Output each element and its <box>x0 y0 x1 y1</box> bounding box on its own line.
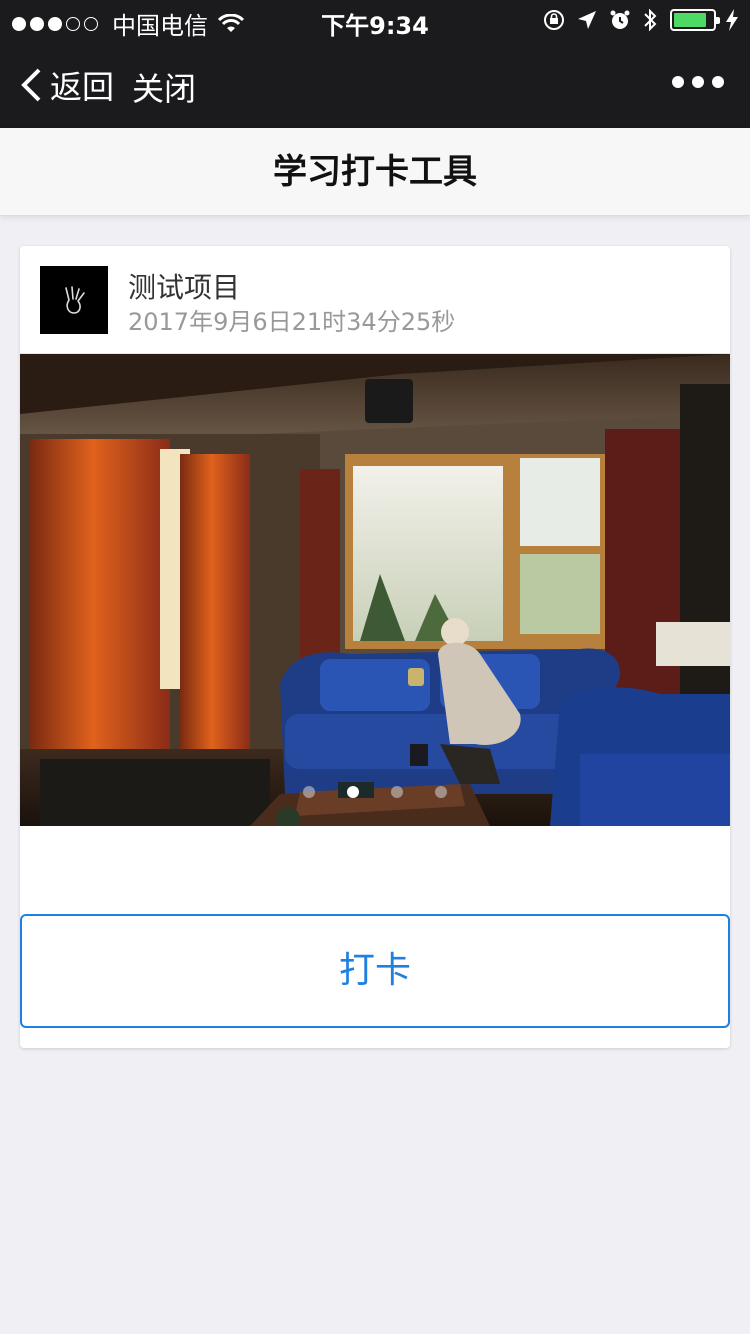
checkin-card: 测试项目 2017年9月6日21时34分25秒 打卡 <box>20 246 730 1048</box>
avatar <box>40 266 108 334</box>
back-button[interactable]: 返回 <box>20 62 114 108</box>
location-icon <box>578 11 596 29</box>
hand-gesture-icon <box>65 286 85 314</box>
back-label: 返回 <box>50 68 115 106</box>
page-title: 学习打卡工具 <box>0 128 750 216</box>
checkin-timestamp: 2017年9月6日21时34分25秒 <box>128 308 456 336</box>
carousel-dot[interactable] <box>391 786 403 798</box>
carousel-dot[interactable] <box>347 786 359 798</box>
carousel-dot[interactable] <box>303 786 315 798</box>
card-header: 测试项目 2017年9月6日21时34分25秒 <box>20 246 730 354</box>
bluetooth-icon <box>644 8 657 32</box>
photo-carousel[interactable] <box>20 354 730 826</box>
checkin-button[interactable]: 打卡 <box>20 914 730 1028</box>
alarm-icon <box>610 10 630 29</box>
more-dots-icon[interactable] <box>664 76 724 88</box>
chevron-left-icon <box>21 68 41 102</box>
close-button[interactable]: 关闭 <box>132 64 196 110</box>
carousel-dot[interactable] <box>435 786 447 798</box>
living-room-photo <box>20 354 730 826</box>
charging-icon <box>726 9 738 31</box>
status-right <box>532 7 738 33</box>
battery-icon <box>670 9 720 31</box>
carousel-indicator <box>20 786 730 798</box>
project-name: 测试项目 <box>128 271 241 304</box>
rotation-lock-icon <box>544 10 564 30</box>
nav-bar: 返回 关闭 <box>0 40 750 128</box>
status-bar: 中国电信 下午9:34 <box>0 0 750 40</box>
